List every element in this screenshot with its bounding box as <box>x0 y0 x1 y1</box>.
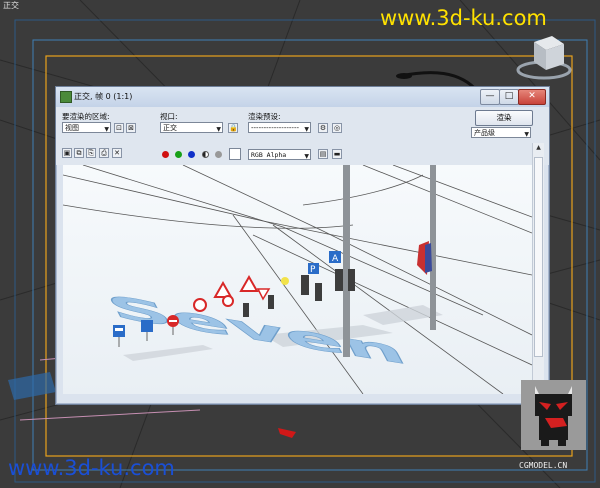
maximize-button[interactable]: □ <box>499 89 519 105</box>
close-button[interactable]: ✕ <box>518 89 546 105</box>
svg-text:P: P <box>310 265 316 275</box>
watermark-bottom: www.3d-ku.com <box>8 456 175 480</box>
toggle-ui-icon[interactable]: ▤ <box>318 149 328 159</box>
area-dropdown[interactable]: 视图 ▼ <box>62 122 111 133</box>
area-label: 要渲染的区域: <box>62 112 110 121</box>
edit-region-icon[interactable]: ⊡ <box>114 123 124 133</box>
scroll-up-icon[interactable]: ▲ <box>533 143 544 153</box>
mono-icon[interactable] <box>215 151 222 158</box>
window-title: 正交, 帧 0 (1:1) <box>74 92 133 101</box>
rendered-scene: Seven A P <box>63 165 532 394</box>
chevron-down-icon: ▼ <box>216 126 221 133</box>
channel-value: RGB Alpha <box>251 151 287 159</box>
display-icon[interactable]: ▬ <box>332 149 342 159</box>
render-output[interactable]: Seven A P <box>63 165 532 394</box>
minimize-button[interactable]: — <box>480 89 500 105</box>
chevron-down-icon: ▼ <box>524 131 529 138</box>
clone-icon[interactable]: ⎘ <box>86 148 96 158</box>
channel-dropdown[interactable]: RGB Alpha ▼ <box>248 149 311 160</box>
brand-label: CGMODEL.CN <box>519 461 568 470</box>
red-channel-toggle[interactable] <box>162 151 169 158</box>
render-frame-window: 正交, 帧 0 (1:1) — □ ✕ 要渲染的区域: 视图 ▼ ⊡ ⊠ 视口:… <box>55 86 550 405</box>
blue-channel-toggle[interactable] <box>188 151 195 158</box>
viewport-value: 正交 <box>163 124 177 132</box>
save-icon[interactable]: ▣ <box>62 148 72 158</box>
quality-value: 产品级 <box>474 129 495 137</box>
area-value: 视图 <box>65 124 79 132</box>
viewcube-icon[interactable] <box>514 32 574 82</box>
environment-icon[interactable]: ◎ <box>332 123 342 133</box>
clear-icon[interactable]: ✕ <box>112 148 122 158</box>
mascot-logo-icon <box>521 380 586 450</box>
watermark-top: www.3d-ku.com <box>380 6 547 30</box>
chevron-down-icon: ▼ <box>304 153 309 160</box>
green-channel-toggle[interactable] <box>175 151 182 158</box>
render-setup-icon[interactable]: ⚙ <box>318 123 328 133</box>
render-button[interactable]: 渲染 <box>475 110 533 126</box>
background-color-swatch[interactable] <box>229 148 241 160</box>
copy-icon[interactable]: ⧉ <box>74 148 84 158</box>
viewport-dropdown[interactable]: 正交 ▼ <box>160 122 223 133</box>
preset-value: ------------------- <box>251 124 299 132</box>
viewport-label-text: 视口: <box>160 112 178 121</box>
title-bar[interactable]: 正交, 帧 0 (1:1) — □ ✕ <box>56 87 549 107</box>
chevron-down-icon: ▼ <box>304 126 309 133</box>
auto-region-icon[interactable]: ⊠ <box>126 123 136 133</box>
lock-icon[interactable]: 🔒 <box>228 123 238 133</box>
preset-label: 渲染预设: <box>248 112 281 121</box>
viewport-label[interactable]: 正交 <box>3 0 19 11</box>
vertical-scrollbar[interactable]: ▲ ▼ <box>532 143 544 394</box>
render-toolbar: 要渲染的区域: 视图 ▼ ⊡ ⊠ 视口: 正交 ▼ 🔒 渲染预设: ------… <box>56 107 549 165</box>
quality-dropdown[interactable]: 产品级 ▼ <box>471 127 531 138</box>
preset-dropdown[interactable]: ------------------- ▼ <box>248 122 311 133</box>
app-icon <box>60 91 72 103</box>
svg-text:A: A <box>332 254 339 264</box>
scrollbar-thumb[interactable] <box>534 157 543 357</box>
chevron-down-icon: ▼ <box>104 126 109 133</box>
alpha-channel-icon[interactable] <box>202 151 209 158</box>
print-icon[interactable]: ⎙ <box>99 148 109 158</box>
